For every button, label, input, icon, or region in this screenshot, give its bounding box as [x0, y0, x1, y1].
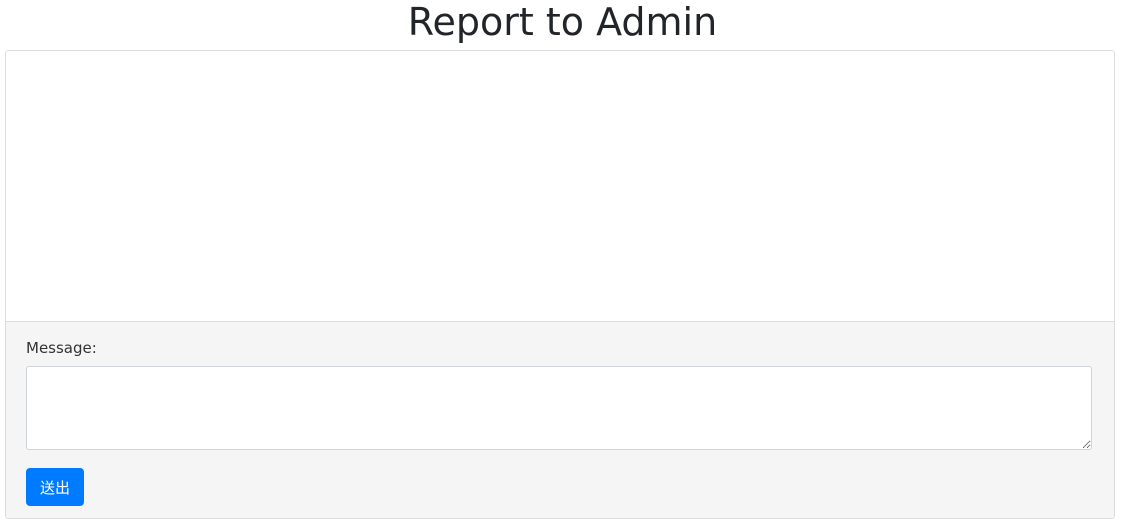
- report-card: Message: 送出: [5, 50, 1115, 519]
- content-frame: [6, 51, 1114, 322]
- message-label: Message:: [26, 339, 97, 357]
- message-textarea[interactable]: [26, 366, 1092, 450]
- submit-button[interactable]: 送出: [26, 468, 84, 506]
- report-form: Message: 送出: [6, 322, 1114, 518]
- page-title: Report to Admin: [407, 0, 718, 44]
